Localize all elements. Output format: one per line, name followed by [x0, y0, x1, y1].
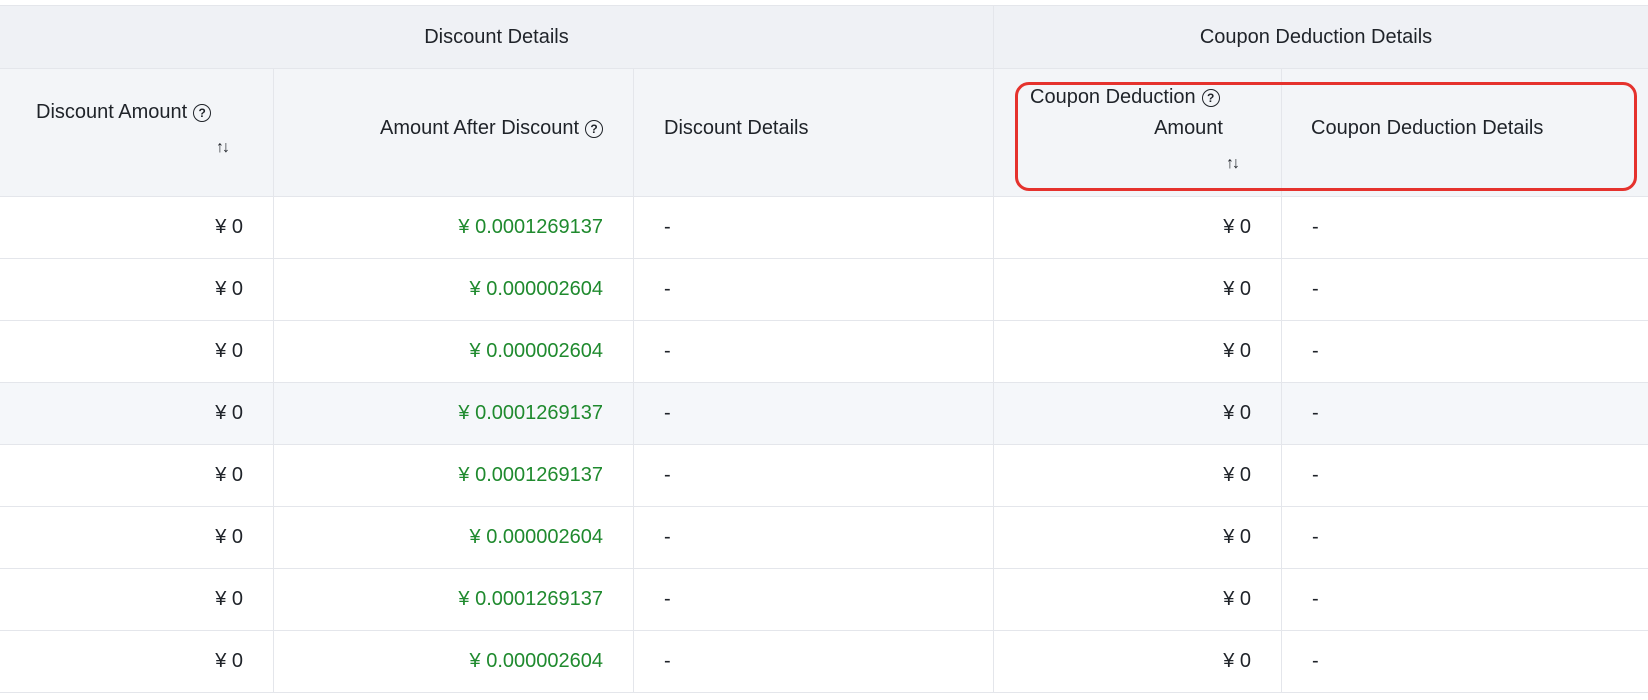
table-row[interactable]: ¥ 0 ¥ 0.000002604 - ¥ 0 - — [0, 631, 1648, 693]
table-row[interactable]: ¥ 0 ¥ 0.0001269137 - ¥ 0 - — [0, 569, 1648, 631]
coupon-deduction-amount-cell: ¥ 0 — [994, 631, 1282, 692]
table-body: ¥ 0 ¥ 0.0001269137 - ¥ 0 - ¥ 0 ¥ 0.00000… — [0, 197, 1648, 693]
group-header-row: Discount Details Coupon Deduction Detail… — [0, 5, 1648, 69]
discount-details-cell: - — [634, 383, 994, 444]
discount-details-cell: - — [634, 507, 994, 568]
column-header-coupon-deduction-amount-label-line1: Coupon Deduction — [1030, 86, 1196, 108]
coupon-deduction-details-cell: - — [1312, 526, 1319, 548]
billing-table: Discount Details Coupon Deduction Detail… — [0, 0, 1648, 700]
question-circle-icon[interactable]: ? — [193, 104, 212, 122]
coupon-deduction-amount-cell: ¥ 0 — [994, 197, 1282, 258]
column-header-discount-amount-label: Discount Amount — [36, 101, 188, 123]
column-header-coupon-deduction-amount-label-line2: Amount — [1154, 117, 1223, 139]
group-header-coupon-deduction-details: Coupon Deduction Details — [994, 6, 1648, 68]
group-header-discount-label: Discount Details — [424, 25, 569, 48]
discount-amount-cell: ¥ 0 — [0, 383, 274, 444]
coupon-deduction-details-cell: - — [1312, 650, 1319, 672]
coupon-deduction-amount-cell: ¥ 0 — [994, 507, 1282, 568]
question-circle-icon[interactable]: ? — [1201, 89, 1220, 107]
question-circle-icon[interactable]: ? — [585, 120, 603, 138]
discount-amount-cell: ¥ 0 — [0, 569, 274, 630]
coupon-deduction-amount-cell: ¥ 0 — [994, 321, 1282, 382]
column-header-coupon-deduction-details: Coupon Deduction Details — [1282, 69, 1648, 196]
amount-after-discount-cell: ¥ 0.0001269137 — [274, 197, 634, 258]
discount-details-cell: - — [634, 445, 994, 506]
coupon-deduction-details-cell: - — [1312, 216, 1319, 238]
discount-details-cell: - — [634, 259, 994, 320]
amount-after-discount-cell: ¥ 0.000002604 — [274, 507, 634, 568]
group-header-discount-details: Discount Details — [0, 6, 994, 68]
amount-after-discount-cell: ¥ 0.000002604 — [274, 631, 634, 692]
table-row[interactable]: ¥ 0 ¥ 0.0001269137 - ¥ 0 - — [0, 197, 1648, 259]
coupon-deduction-details-cell: - — [1312, 464, 1319, 486]
coupon-deduction-amount-cell: ¥ 0 — [994, 383, 1282, 444]
table-row[interactable]: ¥ 0 ¥ 0.000002604 - ¥ 0 - — [0, 259, 1648, 321]
coupon-deduction-amount-cell: ¥ 0 — [994, 445, 1282, 506]
table-row[interactable]: ¥ 0 ¥ 0.000002604 - ¥ 0 - — [0, 321, 1648, 383]
discount-details-cell: - — [634, 321, 994, 382]
discount-amount-cell: ¥ 0 — [0, 445, 274, 506]
table-row[interactable]: ¥ 0 ¥ 0.0001269137 - ¥ 0 - — [0, 383, 1648, 445]
amount-after-discount-cell: ¥ 0.000002604 — [274, 321, 634, 382]
column-header-amount-after-discount: Amount After Discount? — [274, 69, 634, 196]
column-header-row: Discount Amount? ↑↓ Amount After Discoun… — [0, 69, 1648, 197]
sort-toggle-icon[interactable]: ↑↓ — [1226, 155, 1240, 173]
discount-amount-cell: ¥ 0 — [0, 507, 274, 568]
discount-details-cell: - — [634, 197, 994, 258]
table-row[interactable]: ¥ 0 ¥ 0.000002604 - ¥ 0 - — [0, 507, 1648, 569]
discount-details-cell: - — [634, 569, 994, 630]
coupon-deduction-details-cell: - — [1312, 402, 1319, 424]
coupon-deduction-amount-cell: ¥ 0 — [994, 569, 1282, 630]
column-header-discount-details-label: Discount Details — [664, 117, 809, 139]
coupon-deduction-details-cell: - — [1312, 588, 1319, 610]
table-row[interactable]: ¥ 0 ¥ 0.0001269137 - ¥ 0 - — [0, 445, 1648, 507]
coupon-deduction-details-cell: - — [1312, 278, 1319, 300]
coupon-deduction-amount-cell: ¥ 0 — [994, 259, 1282, 320]
column-header-discount-amount[interactable]: Discount Amount? ↑↓ — [0, 69, 274, 196]
column-header-coupon-deduction-amount[interactable]: Coupon Deduction? Amount ↑↓ — [994, 69, 1282, 196]
discount-amount-cell: ¥ 0 — [0, 259, 274, 320]
discount-details-cell: - — [634, 631, 994, 692]
amount-after-discount-cell: ¥ 0.0001269137 — [274, 569, 634, 630]
column-header-coupon-deduction-details-label: Coupon Deduction Details — [1311, 117, 1544, 139]
column-header-discount-details: Discount Details — [634, 69, 994, 196]
discount-amount-cell: ¥ 0 — [0, 197, 274, 258]
sort-toggle-icon[interactable]: ↑↓ — [216, 139, 230, 157]
discount-amount-cell: ¥ 0 — [0, 631, 274, 692]
amount-after-discount-cell: ¥ 0.0001269137 — [274, 445, 634, 506]
coupon-deduction-details-cell: - — [1312, 340, 1319, 362]
group-header-coupon-label: Coupon Deduction Details — [1199, 25, 1433, 48]
column-header-amount-after-discount-label: Amount After Discount — [380, 117, 579, 139]
amount-after-discount-cell: ¥ 0.000002604 — [274, 259, 634, 320]
amount-after-discount-cell: ¥ 0.0001269137 — [274, 383, 634, 444]
discount-amount-cell: ¥ 0 — [0, 321, 274, 382]
